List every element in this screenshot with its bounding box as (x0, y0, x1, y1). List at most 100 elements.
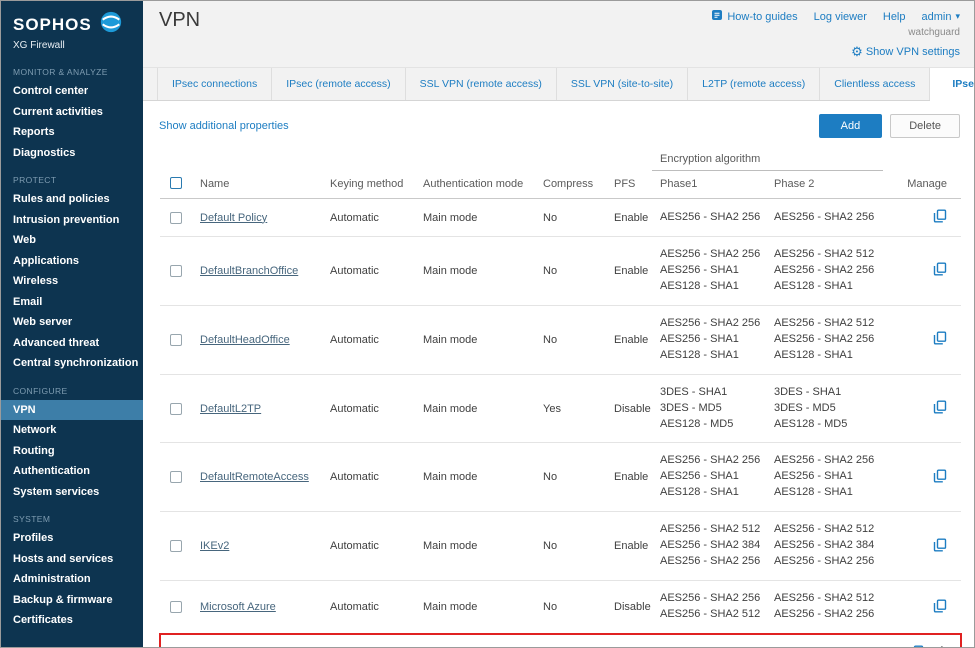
add-button[interactable]: Add (819, 114, 883, 138)
tab-clientless-access[interactable]: Clientless access (820, 68, 930, 100)
sidebar-item-advanced-threat[interactable]: Advanced threat (1, 333, 143, 354)
sidebar-item-reports[interactable]: Reports (1, 122, 143, 143)
col-header-encryption-group: Encryption algorithm (652, 149, 883, 171)
copy-button[interactable] (933, 262, 947, 279)
row-checkbox[interactable] (170, 403, 182, 415)
compress-cell: No (535, 443, 606, 512)
policy-name-link[interactable]: IKEv2 (200, 540, 229, 552)
log-viewer-link[interactable]: Log viewer (814, 11, 867, 23)
pfs-cell: Enable (606, 512, 652, 581)
checkbox-cell (160, 581, 192, 634)
policy-name-link[interactable]: DefaultRemoteAccess (200, 471, 309, 483)
keying-cell: Automatic (322, 305, 415, 374)
copy-button[interactable] (933, 469, 947, 486)
col-header-pfs: PFS (606, 149, 652, 199)
product-text: XG Firewall (13, 40, 131, 51)
sidebar-item-web[interactable]: Web (1, 230, 143, 251)
sidebar-item-central-synchronization[interactable]: Central synchronization (1, 353, 143, 374)
delete-button[interactable]: Delete (890, 114, 960, 138)
topbar: VPN How-to guides Log viewer Help admin … (143, 1, 974, 38)
sidebar-section-label: SYSTEM (1, 502, 143, 528)
name-cell: Default Policy (192, 199, 322, 237)
header-checkbox-cell (160, 149, 192, 199)
auth-cell: Main mode (415, 374, 535, 443)
phase1-cell: AES256 - SHA2 256AES256 - SHA1AES128 - S… (652, 305, 766, 374)
admin-menu[interactable]: admin ▾ (922, 11, 961, 23)
copy-button[interactable] (910, 645, 924, 647)
copy-button[interactable] (933, 209, 947, 226)
tab-ipsec-connections[interactable]: IPsec connections (157, 68, 272, 100)
show-additional-properties-link[interactable]: Show additional properties (159, 120, 289, 132)
show-vpn-settings-link[interactable]: ⚙ Show VPN settings (851, 46, 960, 58)
sidebar-item-routing[interactable]: Routing (1, 441, 143, 462)
sidebar-item-rules-and-policies[interactable]: Rules and policies (1, 189, 143, 210)
tab-l2tp-remote-access[interactable]: L2TP (remote access) (688, 68, 820, 100)
copy-button[interactable] (933, 400, 947, 417)
policies-table: Name Keying method Authentication mode C… (159, 149, 962, 647)
sidebar-item-email[interactable]: Email (1, 292, 143, 313)
manage-cell (883, 512, 961, 581)
sidebar-item-certificates[interactable]: Certificates (1, 610, 143, 631)
sidebar-item-control-center[interactable]: Control center (1, 81, 143, 102)
how-to-guides-link[interactable]: How-to guides (711, 9, 797, 24)
tab-ssl-vpn-site-to-site[interactable]: SSL VPN (site-to-site) (557, 68, 688, 100)
checkbox-cell (160, 237, 192, 306)
row-checkbox[interactable] (170, 212, 182, 224)
sidebar-item-intrusion-prevention[interactable]: Intrusion prevention (1, 210, 143, 231)
table-row: DefaultBranchOfficeAutomaticMain modeNoE… (160, 237, 961, 306)
compress-cell: No (535, 199, 606, 237)
copy-button[interactable] (933, 331, 947, 348)
how-to-guides-icon (711, 9, 723, 24)
sidebar-item-wireless[interactable]: Wireless (1, 271, 143, 292)
sidebar-item-hosts-and-services[interactable]: Hosts and services (1, 549, 143, 570)
policy-name-link[interactable]: Default Policy (200, 212, 267, 224)
name-cell: DefaultBranchOffice (192, 237, 322, 306)
select-all-checkbox[interactable] (170, 177, 182, 189)
sophos-logo[interactable]: SOPHOS XG Firewall (1, 1, 143, 55)
sidebar-item-authentication[interactable]: Authentication (1, 461, 143, 482)
help-link[interactable]: Help (883, 11, 906, 23)
policy-name-link[interactable]: DefaultL2TP (200, 403, 261, 415)
phase2-cell: AES256 - SHA2 256AES256 - SHA1AES128 - S… (766, 443, 883, 512)
copy-button[interactable] (933, 599, 947, 616)
row-checkbox[interactable] (170, 471, 182, 483)
row-checkbox[interactable] (170, 265, 182, 277)
settings-row: ⚙ Show VPN settings (143, 38, 974, 67)
policy-name-link[interactable]: Microsoft Azure (200, 601, 276, 613)
sidebar-item-applications[interactable]: Applications (1, 251, 143, 272)
topbar-right: How-to guides Log viewer Help admin ▾ wa… (711, 9, 960, 38)
sidebar-item-profiles[interactable]: Profiles (1, 528, 143, 549)
copy-icon (933, 543, 947, 555)
row-checkbox[interactable] (170, 540, 182, 552)
main-area: VPN How-to guides Log viewer Help admin … (143, 1, 974, 647)
sidebar-item-vpn[interactable]: VPN (1, 400, 143, 421)
watchguard-text: watchguard (711, 27, 960, 38)
policy-name-link[interactable]: DefaultHeadOffice (200, 334, 290, 346)
phase1-cell: AES256 - SHA2 256 (652, 634, 766, 647)
compress-cell: No (535, 237, 606, 306)
tab-ssl-vpn-remote-access[interactable]: SSL VPN (remote access) (406, 68, 557, 100)
tab-ipsec-remote-access[interactable]: IPsec (remote access) (272, 68, 405, 100)
manage-cell (883, 237, 961, 306)
sidebar-item-current-activities[interactable]: Current activities (1, 102, 143, 123)
sidebar-item-diagnostics[interactable]: Diagnostics (1, 143, 143, 164)
policy-name-link[interactable]: DefaultBranchOffice (200, 265, 298, 277)
col-header-phase1: Phase1 (652, 171, 766, 199)
pfs-cell: Enable (606, 634, 652, 647)
checkbox-cell (160, 374, 192, 443)
name-cell: DefaultRemoteAccess (192, 443, 322, 512)
tab-ipsec-policies[interactable]: IPsec policies (930, 68, 975, 101)
row-checkbox[interactable] (170, 601, 182, 613)
keying-cell: Automatic (322, 634, 415, 647)
copy-button[interactable] (933, 538, 947, 555)
manage-cell (883, 199, 961, 237)
row-checkbox[interactable] (170, 334, 182, 346)
copy-icon (933, 267, 947, 279)
sidebar-item-system-services[interactable]: System services (1, 482, 143, 503)
edit-button[interactable] (932, 645, 946, 647)
sidebar-item-backup-firmware[interactable]: Backup & firmware (1, 590, 143, 611)
sidebar-item-administration[interactable]: Administration (1, 569, 143, 590)
sidebar-item-web-server[interactable]: Web server (1, 312, 143, 333)
keying-cell: Automatic (322, 443, 415, 512)
sidebar-item-network[interactable]: Network (1, 420, 143, 441)
